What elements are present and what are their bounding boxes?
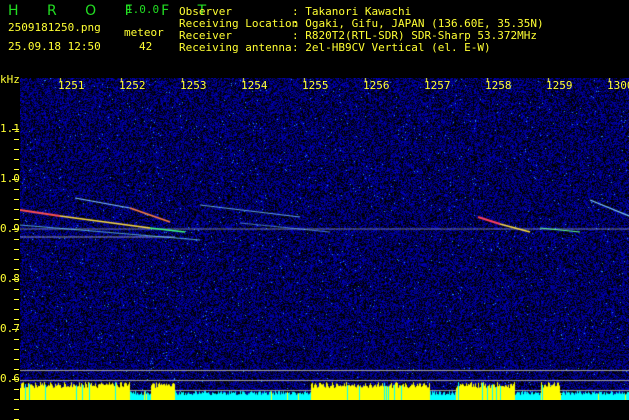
y-tick-mark <box>12 129 19 130</box>
y-tick-mark <box>14 219 19 220</box>
y-tick-mark <box>14 169 19 170</box>
y-tick-mark <box>14 349 19 350</box>
x-tick-label: 1259 <box>546 79 573 92</box>
y-tick-mark <box>12 379 19 380</box>
file-datetime: 25.09.18 12:50 <box>8 40 101 53</box>
y-tick-mark <box>14 189 19 190</box>
y-tick-mark <box>14 319 19 320</box>
y-tick-mark <box>14 299 19 300</box>
y-tick-mark <box>14 369 19 370</box>
meteor-label: meteor <box>124 26 164 39</box>
x-tick-label: 1254 <box>241 79 268 92</box>
y-tick-mark <box>14 139 19 140</box>
x-tick-label: 1257 <box>424 79 451 92</box>
y-tick-mark <box>14 339 19 340</box>
y-tick-mark <box>14 409 19 410</box>
y-tick-mark <box>14 199 19 200</box>
y-tick-mark <box>14 359 19 360</box>
x-tick-label: 1252 <box>119 79 146 92</box>
y-tick-mark <box>14 149 19 150</box>
meteor-count: 42 <box>139 40 153 53</box>
y-tick-mark <box>14 209 19 210</box>
x-tick-label: 1258 <box>485 79 512 92</box>
antenna-value: : 2el-HB9CV Vertical (el. E-W) <box>292 41 491 54</box>
file-name: 2509181250.png <box>8 21 101 34</box>
x-tick-label: 1255 <box>302 79 329 92</box>
y-tick-mark <box>12 329 19 330</box>
app-version: 1.0.0 <box>126 3 160 16</box>
y-tick-mark <box>14 309 19 310</box>
y-tick-mark <box>14 239 19 240</box>
x-tick-label: 1253 <box>180 79 207 92</box>
y-axis-unit: kHz <box>0 73 20 86</box>
x-tick-label: 1256 <box>363 79 390 92</box>
y-tick-mark <box>12 229 19 230</box>
y-tick-mark <box>14 159 19 160</box>
antenna-label: Receiving antenna <box>179 41 292 54</box>
x-tick-label: 1300 <box>607 79 629 92</box>
y-tick-mark <box>14 289 19 290</box>
y-tick-mark <box>14 259 19 260</box>
spectrogram <box>20 78 629 400</box>
y-tick-mark <box>14 269 19 270</box>
y-tick-mark <box>14 249 19 250</box>
x-tick-label: 1251 <box>58 79 85 92</box>
y-tick-mark <box>12 279 19 280</box>
y-tick-mark <box>14 389 19 390</box>
y-tick-mark <box>12 179 19 180</box>
